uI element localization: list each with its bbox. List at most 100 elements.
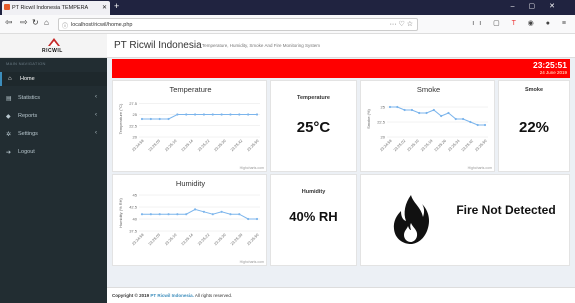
data-point <box>158 117 161 121</box>
x-tick-label: 23:25:10 <box>164 233 177 246</box>
data-point <box>149 117 152 121</box>
sidebar-item-label: Home <box>20 76 35 82</box>
browser-tab[interactable]: PT Ricwil Indonesia TEMPERA ✕ <box>2 1 110 15</box>
data-point <box>476 123 479 127</box>
temperature-value: 25°C <box>296 119 331 136</box>
chevron-left-icon: ‹ <box>95 112 97 118</box>
sidebar-item-home[interactable]: ⌂ Home <box>0 72 107 86</box>
data-point <box>440 114 443 118</box>
sidebar-item-settings[interactable]: ✲ Settings ‹ <box>0 127 107 141</box>
x-tick-label: 23:25:18 <box>420 139 433 152</box>
x-tick-label: 23:25:50 <box>474 139 487 152</box>
data-point <box>193 113 197 116</box>
data-point <box>220 210 223 213</box>
browser-tab-bar: PT Ricwil Indonesia TEMPERA ✕ + –▢✕ <box>0 0 575 15</box>
smoke-value-card: Smoke 22% <box>498 80 570 172</box>
x-tick-label: 23:25:14 <box>181 233 194 246</box>
smoke-chart: SmokeSmoke (%)2022.52523:24:58 23:25:02 23… <box>366 85 492 170</box>
info-icon: ⓘ <box>62 24 69 30</box>
chart-title: Humidity <box>176 179 205 188</box>
sidebar-item-label: Statistics <box>18 95 41 101</box>
data-point <box>229 213 232 216</box>
data-point <box>167 117 170 121</box>
url-bar[interactable]: ⓘ localhost/ricwil/home.php ··· ♡ ☆ <box>58 18 418 31</box>
rights-text: All rights reserved. <box>194 293 233 298</box>
y-tick-label: 25 <box>381 105 386 110</box>
y-tick-label: 22.5 <box>377 120 386 125</box>
data-point <box>418 111 421 115</box>
y-tick-label: 20 <box>133 135 138 140</box>
x-tick-label: 23:25:10 <box>407 139 420 152</box>
data-point <box>388 105 392 109</box>
status-bar: 23:25:51 24 June 2019 <box>112 59 570 78</box>
toolbar-icons[interactable]: ıı ▢ T ◉ ● ≡ <box>472 19 571 27</box>
sidebar-item-label: Settings <box>18 131 38 137</box>
home-icon: ⌂ <box>8 76 12 82</box>
chart-title: Temperature <box>169 85 211 94</box>
clock: 23:25:51 <box>532 60 567 70</box>
x-tick-label: 23:25:14 <box>181 139 194 152</box>
x-tick-label: 23:25:22 <box>197 139 210 152</box>
favicon-icon <box>4 4 10 10</box>
chevron-left-icon: ‹ <box>95 130 97 136</box>
data-point <box>211 113 214 116</box>
data-point <box>149 213 152 216</box>
y-tick-label: 40 <box>133 217 138 222</box>
x-tick-label: 23:25:22 <box>197 233 210 246</box>
data-point <box>255 113 259 116</box>
data-point <box>229 113 232 116</box>
data-point <box>483 123 487 127</box>
y-axis-label: Humidity (% RH) <box>118 197 123 227</box>
smoke-value: 22% <box>518 119 550 136</box>
data-point <box>454 117 457 121</box>
forward-icon[interactable]: ⇨ <box>20 17 28 28</box>
data-point <box>432 108 435 112</box>
company-link[interactable]: PT Ricwil Indonesia. <box>150 293 194 298</box>
data-point <box>140 213 144 216</box>
y-tick-label: 20 <box>381 135 386 140</box>
temperature-value-card: Temperature 25°C <box>270 80 357 172</box>
sidebar-item-statistics[interactable]: ▤ Statistics ‹ <box>0 91 107 105</box>
chevron-left-icon: ‹ <box>95 94 97 100</box>
close-tab-icon[interactable]: ✕ <box>102 4 107 11</box>
page-actions-icon[interactable]: ··· ♡ ☆ <box>390 20 413 28</box>
sidebar: RICWIL MAIN NAVIGATION ⌂ Home ▤ Statisti… <box>0 34 107 303</box>
x-tick-label: 23:25:30 <box>214 233 227 246</box>
y-tick-label: 37.5 <box>129 229 138 234</box>
data-point <box>410 108 414 112</box>
sidebar-item-logout[interactable]: ➔ Logout <box>0 145 107 159</box>
data-point <box>403 108 406 112</box>
x-tick-label: 23:25:38 <box>230 233 243 246</box>
x-tick-label: 23:25:34 <box>447 139 460 152</box>
data-point <box>193 208 197 211</box>
chart-credit: Highcharts.com <box>468 166 492 170</box>
report-icon: ◆ <box>6 114 11 120</box>
page-title: PT Ricwil Indonesia <box>114 40 202 51</box>
home-nav-icon[interactable]: ⌂ <box>44 18 49 27</box>
date: 24 June 2019 <box>539 70 567 75</box>
sidebar-section-label: MAIN NAVIGATION <box>6 61 46 66</box>
humidity-label: Humidity <box>301 189 326 195</box>
data-point <box>255 217 259 221</box>
new-tab-icon[interactable]: + <box>114 1 119 11</box>
window-controls[interactable]: –▢✕ <box>511 2 569 10</box>
x-tick-label: 23:24:58 <box>379 139 392 152</box>
data-point <box>176 213 179 216</box>
back-icon[interactable]: ⇦ <box>5 17 13 28</box>
x-tick-label: 23:25:42 <box>461 139 474 152</box>
data-point <box>396 105 399 109</box>
reload-icon[interactable]: ↻ <box>32 18 39 27</box>
x-tick-label: 23:24:58 <box>131 139 144 152</box>
y-tick-label: 25 <box>133 112 138 117</box>
fire-status-text: Fire Not Detected <box>456 203 556 217</box>
sidebar-item-reports[interactable]: ◆ Reports ‹ <box>0 109 107 123</box>
brand-logo[interactable]: RICWIL <box>0 34 107 58</box>
x-tick-label: 23:25:30 <box>214 139 227 152</box>
humidity-chart: Humidity Humidity (% RH) 37.5 40 42.5 45 23:24… <box>118 179 264 264</box>
temperature-chart: Temperature Temperature (°C) 20 22.5 25 27.5 2… <box>118 85 264 170</box>
logo-mark-icon <box>48 38 60 46</box>
y-tick-label: 27.5 <box>129 101 138 106</box>
sidebar-item-label: Reports <box>18 113 38 119</box>
x-tick-label: 23:25:10 <box>164 139 177 152</box>
data-point <box>176 113 179 116</box>
